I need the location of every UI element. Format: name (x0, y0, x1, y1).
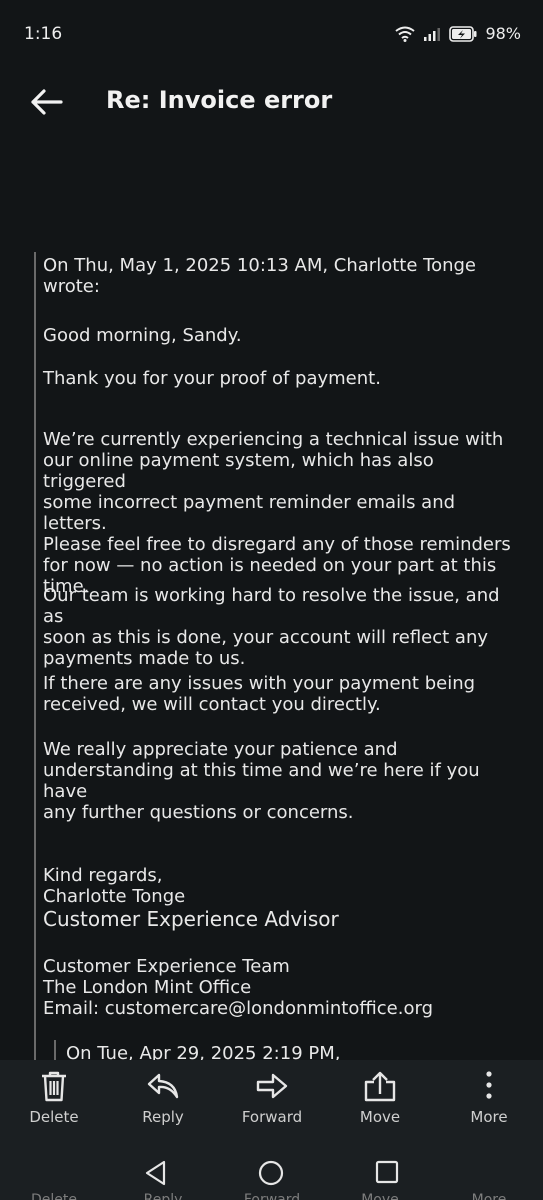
square-recents-icon (375, 1160, 399, 1184)
nav-home-button[interactable] (258, 1160, 284, 1190)
status-icons: 98% (395, 24, 521, 43)
trash-icon (42, 1071, 66, 1102)
ghost-move-label: Move (361, 1192, 399, 1200)
arrow-left-icon (31, 89, 63, 115)
move-folder-icon (364, 1071, 396, 1102)
wifi-icon (395, 26, 416, 42)
bottom-toolbar: Delete Reply Forward Move More (0, 1060, 543, 1150)
reply-button[interactable]: Reply (118, 1070, 208, 1126)
forward-label: Forward (241, 1108, 303, 1126)
app-bar: Re: Invoice error (0, 70, 543, 134)
triangle-back-icon (145, 1160, 166, 1186)
move-button[interactable]: Move (335, 1070, 425, 1126)
nav-recents-button[interactable] (375, 1160, 399, 1188)
battery-charging-icon (449, 25, 477, 42)
more-label: More (470, 1108, 508, 1126)
message-paragraph-2: We’re currently experiencing a technical… (43, 429, 511, 597)
ghost-forward-label: Forward (243, 1192, 301, 1200)
forward-icon (256, 1073, 288, 1099)
more-vertical-icon (486, 1071, 492, 1099)
sign-off: Kind regards, Charlotte Tonge (43, 865, 186, 907)
ghost-reply-label: Reply (143, 1192, 183, 1200)
more-button[interactable]: More (444, 1070, 534, 1126)
message-paragraph-1: Thank you for your proof of payment. (43, 368, 381, 389)
reply-label: Reply (142, 1108, 184, 1126)
status-bar: 1:16 98% (0, 0, 543, 70)
battery-percent: 98% (485, 24, 521, 43)
back-button[interactable] (28, 84, 64, 120)
message-paragraph-5: We really appreciate your patience and u… (43, 739, 480, 823)
ghost-more-label: More (471, 1192, 507, 1200)
forward-button[interactable]: Forward (227, 1070, 317, 1126)
signal-icon (424, 27, 441, 41)
delete-button[interactable]: Delete (9, 1070, 99, 1126)
move-label: Move (359, 1108, 401, 1126)
nav-back-button[interactable] (144, 1160, 168, 1190)
quote-attribution: On Thu, May 1, 2025 10:13 AM, Charlotte … (43, 255, 476, 297)
status-time: 1:16 (24, 24, 63, 44)
email-subject: Re: Invoice error (106, 86, 333, 114)
delete-label: Delete (29, 1108, 79, 1126)
message-paragraph-3: Our team is working hard to resolve the … (43, 585, 500, 669)
ghost-delete-label: Delete (31, 1192, 77, 1200)
signature-block: Customer Experience Team The London Mint… (43, 956, 433, 1019)
greeting-text: Good morning, Sandy. (43, 325, 242, 346)
message-paragraph-4: If there are any issues with your paymen… (43, 673, 476, 715)
circle-home-icon (258, 1160, 284, 1186)
job-title: Customer Experience Advisor (43, 907, 339, 931)
reply-icon (147, 1073, 179, 1099)
system-nav-bar: Delete Reply Forward Move More (0, 1150, 543, 1200)
